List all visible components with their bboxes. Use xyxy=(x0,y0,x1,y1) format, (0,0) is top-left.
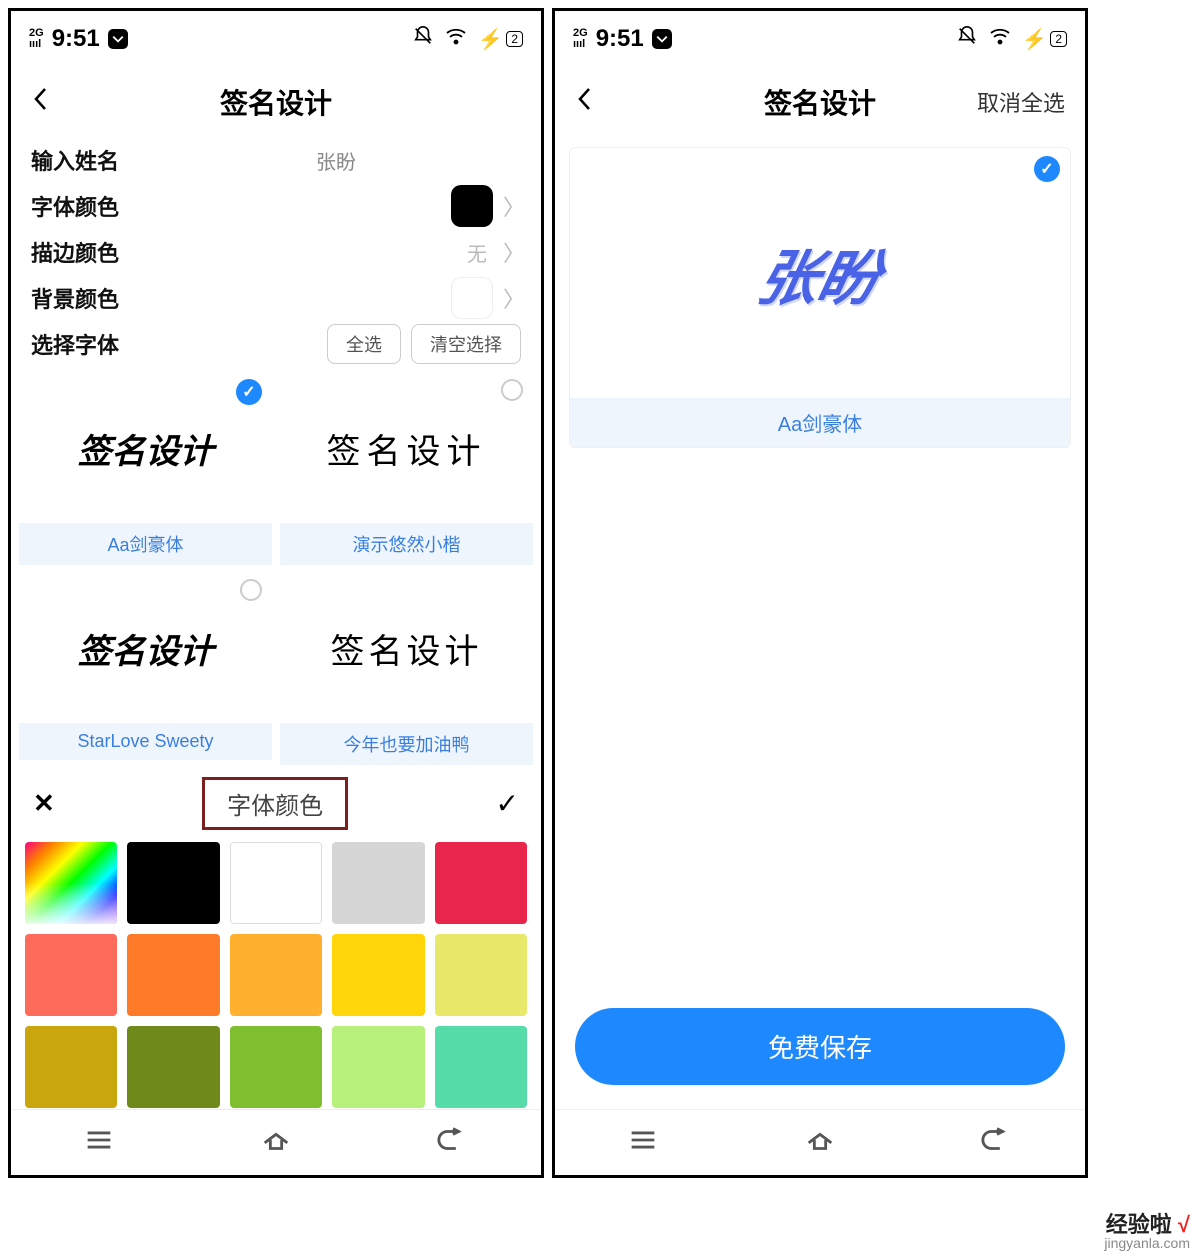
clock: 9:51 xyxy=(596,25,644,53)
preview-font-name: Aa剑豪体 xyxy=(570,398,1070,447)
font-preview: 签名设计 xyxy=(19,573,272,723)
signature-preview[interactable]: 张盼 Aa剑豪体 xyxy=(569,147,1071,448)
battery-indicator: ⚡2 xyxy=(1022,27,1067,52)
check-icon xyxy=(501,379,523,401)
deselect-all-button[interactable]: 取消全选 xyxy=(977,86,1065,118)
signal-indicator: 2Gıııl xyxy=(573,28,588,50)
fontcolor-swatch xyxy=(451,185,493,227)
check-icon xyxy=(240,579,262,601)
notification-icon xyxy=(652,29,672,49)
home-button[interactable] xyxy=(259,1123,293,1162)
header: 签名设计 取消全选 xyxy=(555,67,1085,137)
system-nav xyxy=(11,1109,541,1175)
wifi-icon xyxy=(444,24,468,54)
font-name: 演示悠然小楷 xyxy=(280,523,533,565)
back-nav-button[interactable] xyxy=(436,1123,470,1162)
chevron-right-icon: 〉 xyxy=(503,236,521,268)
chevron-right-icon: 〉 xyxy=(503,282,521,314)
phone-left: 2Gıııl 9:51 ⚡2 签名设计 xyxy=(8,8,544,1178)
font-preview: 签名设计 xyxy=(19,373,272,523)
color-swatch[interactable] xyxy=(332,1026,424,1108)
close-button[interactable]: ✕ xyxy=(33,788,55,819)
clear-selection-button[interactable]: 清空选择 xyxy=(411,324,521,364)
chevron-right-icon: 〉 xyxy=(503,190,521,222)
wifi-icon xyxy=(988,24,1012,54)
name-label: 输入姓名 xyxy=(31,144,141,176)
color-swatch[interactable] xyxy=(127,842,219,924)
menu-button[interactable] xyxy=(82,1123,116,1162)
check-icon xyxy=(1034,156,1060,182)
row-fontpick: 选择字体 全选 清空选择 xyxy=(31,321,521,367)
dnd-icon xyxy=(412,25,434,53)
color-swatch[interactable] xyxy=(435,934,527,1016)
name-input[interactable]: 张盼 xyxy=(151,146,521,175)
font-card[interactable]: 签名设计 Aa剑豪体 xyxy=(19,373,272,565)
notification-icon xyxy=(108,29,128,49)
confirm-button[interactable]: ✓ xyxy=(496,787,519,820)
color-swatch[interactable] xyxy=(127,934,219,1016)
preview-text: 张盼 xyxy=(751,230,889,317)
color-swatch[interactable] xyxy=(230,1026,322,1108)
status-bar: 2Gıııl 9:51 ⚡2 xyxy=(555,11,1085,67)
fontpick-label: 选择字体 xyxy=(31,328,141,360)
bgcolor-swatch xyxy=(451,277,493,319)
home-button[interactable] xyxy=(803,1123,837,1162)
bgcolor-label: 背景颜色 xyxy=(31,282,141,314)
signal-indicator: 2Gıııl xyxy=(29,28,44,50)
phone-right: 2Gıııl 9:51 ⚡2 签名设计 取消全选 张盼 Aa剑豪体 免费保存 xyxy=(552,8,1088,1178)
font-card[interactable]: 签名设计 StarLove Sweety xyxy=(19,573,272,765)
picker-title: 字体颜色 xyxy=(202,777,348,830)
battery-indicator: ⚡2 xyxy=(478,27,523,52)
font-preview: 签名设计 xyxy=(280,573,533,723)
fontcolor-label: 字体颜色 xyxy=(31,190,141,222)
color-swatch[interactable] xyxy=(332,842,424,924)
select-all-button[interactable]: 全选 xyxy=(327,324,401,364)
color-swatch[interactable] xyxy=(230,934,322,1016)
color-swatch[interactable] xyxy=(25,934,117,1016)
color-row-2 xyxy=(11,934,541,1016)
status-bar: 2Gıııl 9:51 ⚡2 xyxy=(11,11,541,67)
save-button[interactable]: 免费保存 xyxy=(575,1008,1065,1085)
dnd-icon xyxy=(956,25,978,53)
font-card[interactable]: 签名设计 今年也要加油鸭 xyxy=(280,573,533,765)
font-grid: 签名设计 Aa剑豪体 签名设计 演示悠然小楷 签名设计 StarLove Swe… xyxy=(11,367,541,765)
watermark: 经验啦 √ jingyanla.com xyxy=(1104,1213,1190,1251)
clock: 9:51 xyxy=(52,25,100,53)
page-title: 签名设计 xyxy=(11,82,541,122)
color-swatch[interactable] xyxy=(25,1026,117,1108)
stroke-label: 描边颜色 xyxy=(31,236,141,268)
check-icon xyxy=(236,379,262,405)
row-name: 输入姓名 张盼 xyxy=(31,137,521,183)
row-bgcolor[interactable]: 背景颜色 〉 xyxy=(31,275,521,321)
row-fontcolor[interactable]: 字体颜色 〉 xyxy=(31,183,521,229)
color-picker: ✕ 字体颜色 ✓ xyxy=(11,765,541,1156)
color-row-3 xyxy=(11,1026,541,1108)
back-nav-button[interactable] xyxy=(980,1123,1014,1162)
header: 签名设计 xyxy=(11,67,541,137)
color-swatch[interactable] xyxy=(332,934,424,1016)
stroke-value: 无 xyxy=(467,238,493,267)
settings-form: 输入姓名 张盼 字体颜色 〉 描边颜色 无 〉 背景颜色 〉 选择字体 全 xyxy=(11,137,541,367)
color-swatch[interactable] xyxy=(230,842,322,924)
checkmark-icon: √ xyxy=(1178,1212,1190,1237)
font-name: Aa剑豪体 xyxy=(19,523,272,565)
system-nav xyxy=(555,1109,1085,1175)
row-strokecolor[interactable]: 描边颜色 无 〉 xyxy=(31,229,521,275)
menu-button[interactable] xyxy=(626,1123,660,1162)
font-name: StarLove Sweety xyxy=(19,723,272,760)
font-name: 今年也要加油鸭 xyxy=(280,723,533,765)
color-swatch[interactable] xyxy=(435,842,527,924)
color-swatch[interactable] xyxy=(435,1026,527,1108)
color-swatch-custom[interactable] xyxy=(25,842,117,924)
color-swatch[interactable] xyxy=(127,1026,219,1108)
color-row-1 xyxy=(11,842,541,924)
font-card[interactable]: 签名设计 演示悠然小楷 xyxy=(280,373,533,565)
back-button[interactable] xyxy=(31,85,51,120)
font-preview: 签名设计 xyxy=(280,373,533,523)
back-button[interactable] xyxy=(575,85,595,120)
